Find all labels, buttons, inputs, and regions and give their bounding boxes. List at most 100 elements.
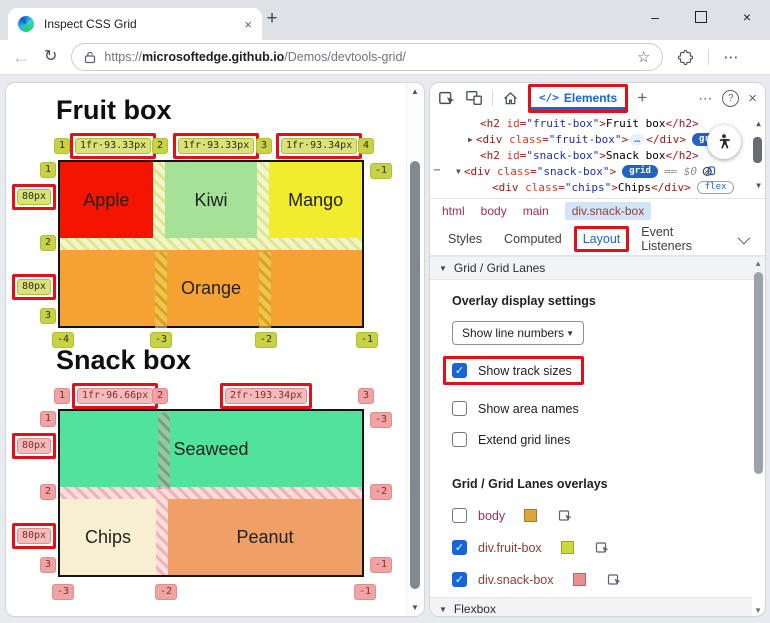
flexbox-section-title: Flexbox: [453, 602, 496, 616]
grid-overlays-title: Grid / Grid Lanes overlays: [452, 477, 608, 491]
tab-event-listeners[interactable]: Event Listeners: [631, 219, 736, 259]
url-scheme: https://: [104, 50, 142, 64]
tab-close-icon[interactable]: ×: [244, 17, 252, 32]
overlay-label: body: [478, 508, 506, 523]
back-icon[interactable]: ←: [12, 48, 30, 66]
add-tool-button[interactable]: +: [637, 88, 647, 108]
overlay-color-swatch[interactable]: [524, 509, 538, 522]
scrollbar-thumb[interactable]: [410, 161, 420, 589]
overlay-color-swatch[interactable]: [560, 541, 574, 554]
crumb-html[interactable]: html: [442, 204, 465, 218]
inspect-element-icon[interactable]: [607, 572, 622, 587]
overlay-row-body[interactable]: body: [452, 508, 765, 523]
maximize-button[interactable]: [678, 0, 724, 34]
code-token: <div: [463, 164, 491, 178]
code-token: id: [499, 116, 520, 130]
scrollbar-thumb[interactable]: [753, 137, 762, 163]
overlay-color-swatch[interactable]: [572, 573, 586, 586]
inspect-element-icon[interactable]: [558, 508, 573, 523]
snack-grid: Seaweed Chips Peanut 1 1fr·96.66px 2 2fr…: [12, 383, 393, 600]
scroll-up-icon[interactable]: ▲: [756, 119, 761, 128]
annotation-red-box: 1fr·93.34px: [276, 133, 363, 159]
grid-line-number: 2: [152, 138, 169, 154]
scrollbar-thumb[interactable]: [754, 272, 763, 474]
grid-section-header[interactable]: ▼ Grid / Grid Lanes: [430, 256, 765, 280]
overlay-row-fruit-box[interactable]: ✓ div.fruit-box: [452, 540, 765, 555]
browser-menu-icon[interactable]: ⋯: [723, 48, 738, 66]
close-button[interactable]: ×: [724, 0, 770, 34]
flex-badge[interactable]: flex: [696, 180, 735, 194]
code-token: <h2: [480, 148, 500, 162]
page-scrollbar[interactable]: ▲ ▼: [406, 83, 424, 616]
grid-line-number: -1: [370, 163, 393, 179]
favorite-star-icon[interactable]: ☆: [637, 48, 650, 66]
browser-tab[interactable]: Inspect CSS Grid ×: [8, 8, 262, 40]
inspect-element-icon[interactable]: [438, 89, 456, 107]
address-bar[interactable]: https://microsoftedge.github.io/Demos/de…: [71, 43, 664, 71]
code-token: >: [609, 164, 617, 178]
scroll-up-icon[interactable]: ▲: [754, 259, 762, 268]
scroll-down-icon[interactable]: ▼: [407, 603, 423, 612]
node-options-dots[interactable]: ⋯: [434, 165, 440, 176]
scroll-down-icon[interactable]: ▼: [756, 181, 761, 190]
show-track-sizes-checkbox[interactable]: ✓: [452, 363, 467, 378]
show-area-names-checkbox[interactable]: [452, 401, 467, 416]
annotation-red-box: 1fr·93.33px: [173, 133, 260, 159]
grid-badge[interactable]: grid: [622, 164, 658, 178]
body-overlay-checkbox[interactable]: [452, 508, 467, 523]
minimize-button[interactable]: –: [632, 0, 678, 34]
help-icon[interactable]: ?: [722, 89, 740, 107]
tab-layout[interactable]: Layout: [577, 229, 627, 249]
inspect-element-icon[interactable]: [595, 540, 610, 555]
refresh-icon[interactable]: ↻: [44, 49, 57, 65]
home-icon[interactable]: [502, 90, 519, 107]
device-emulation-icon[interactable]: [465, 89, 483, 107]
code-token: Fruit box: [605, 116, 666, 130]
annotation-red-box: ✓ Show track sizes: [430, 345, 765, 385]
annotation-red-box: 1fr·93.33px: [70, 133, 157, 159]
code-token: >: [599, 116, 606, 130]
dom-tree: <h2 id = "fruit-box" > Fruit box </h2> ▶ <div …: [430, 113, 765, 198]
tab-computed[interactable]: Computed: [494, 226, 572, 252]
fruit-grid-cells: Apple Kiwi Mango Orange: [60, 162, 362, 326]
code-token: =: [519, 116, 527, 130]
crumb-snack-box[interactable]: div.snack-box: [564, 202, 652, 220]
expand-arrow-icon[interactable]: ▶: [468, 135, 473, 144]
line-numbers-dropdown[interactable]: Show line numbers ▼: [452, 321, 584, 345]
accessibility-helper-button[interactable]: [707, 125, 741, 159]
grid-line-number: 2: [152, 388, 169, 404]
crumb-main[interactable]: main: [523, 204, 549, 218]
tab-styles[interactable]: Styles: [438, 226, 492, 252]
fruit-box-overlay-checkbox[interactable]: ✓: [452, 540, 467, 555]
extend-grid-lines-checkbox[interactable]: [452, 432, 467, 447]
devtools-menu-icon[interactable]: ⋯: [698, 90, 713, 107]
collapse-arrow-icon[interactable]: ▼: [456, 167, 461, 176]
grid-line-number: -3: [370, 412, 393, 428]
track-size-label: 1fr·93.33px: [178, 138, 255, 154]
grid-line-number: 2: [40, 235, 57, 251]
copilot-icon[interactable]: [702, 164, 716, 178]
web-page-pane: Fruit box Apple Kiwi Mango Orange 1 1fr·…: [5, 82, 425, 617]
tab-elements[interactable]: </> Elements: [531, 87, 626, 110]
crumb-body[interactable]: body: [481, 204, 507, 218]
cell-apple: Apple: [60, 162, 153, 238]
dom-node-div-snack-box-selected[interactable]: ▼ <div class = "snack-box" > grid == $0: [430, 163, 765, 179]
collapsed-content-icon[interactable]: …: [630, 133, 645, 145]
track-size-label: 1fr·96.66px: [77, 388, 154, 404]
show-area-names-row[interactable]: Show area names: [452, 401, 765, 416]
extensions-puzzle-icon[interactable]: [677, 49, 694, 66]
flexbox-section-header[interactable]: ▼ Flexbox: [430, 597, 752, 616]
scroll-up-icon[interactable]: ▲: [407, 87, 423, 96]
extend-grid-lines-row[interactable]: Extend grid lines: [452, 432, 765, 447]
checkbox-label: Show area names: [478, 401, 579, 416]
overlay-row-snack-box[interactable]: ✓ div.snack-box: [452, 572, 765, 587]
devtools-close-icon[interactable]: ×: [748, 90, 757, 107]
scroll-down-icon[interactable]: ▼: [754, 606, 762, 615]
snack-box-overlay-checkbox[interactable]: ✓: [452, 572, 467, 587]
chevron-down-icon[interactable]: [737, 231, 751, 244]
grid-line-number: 4: [358, 138, 375, 154]
new-tab-button[interactable]: +: [260, 7, 284, 31]
show-track-sizes-row[interactable]: ✓ Show track sizes: [443, 356, 584, 385]
code-brackets-icon: </>: [539, 91, 559, 104]
dom-node-div-chips[interactable]: <div class = "chips" > Chips </div> flex: [430, 179, 765, 195]
